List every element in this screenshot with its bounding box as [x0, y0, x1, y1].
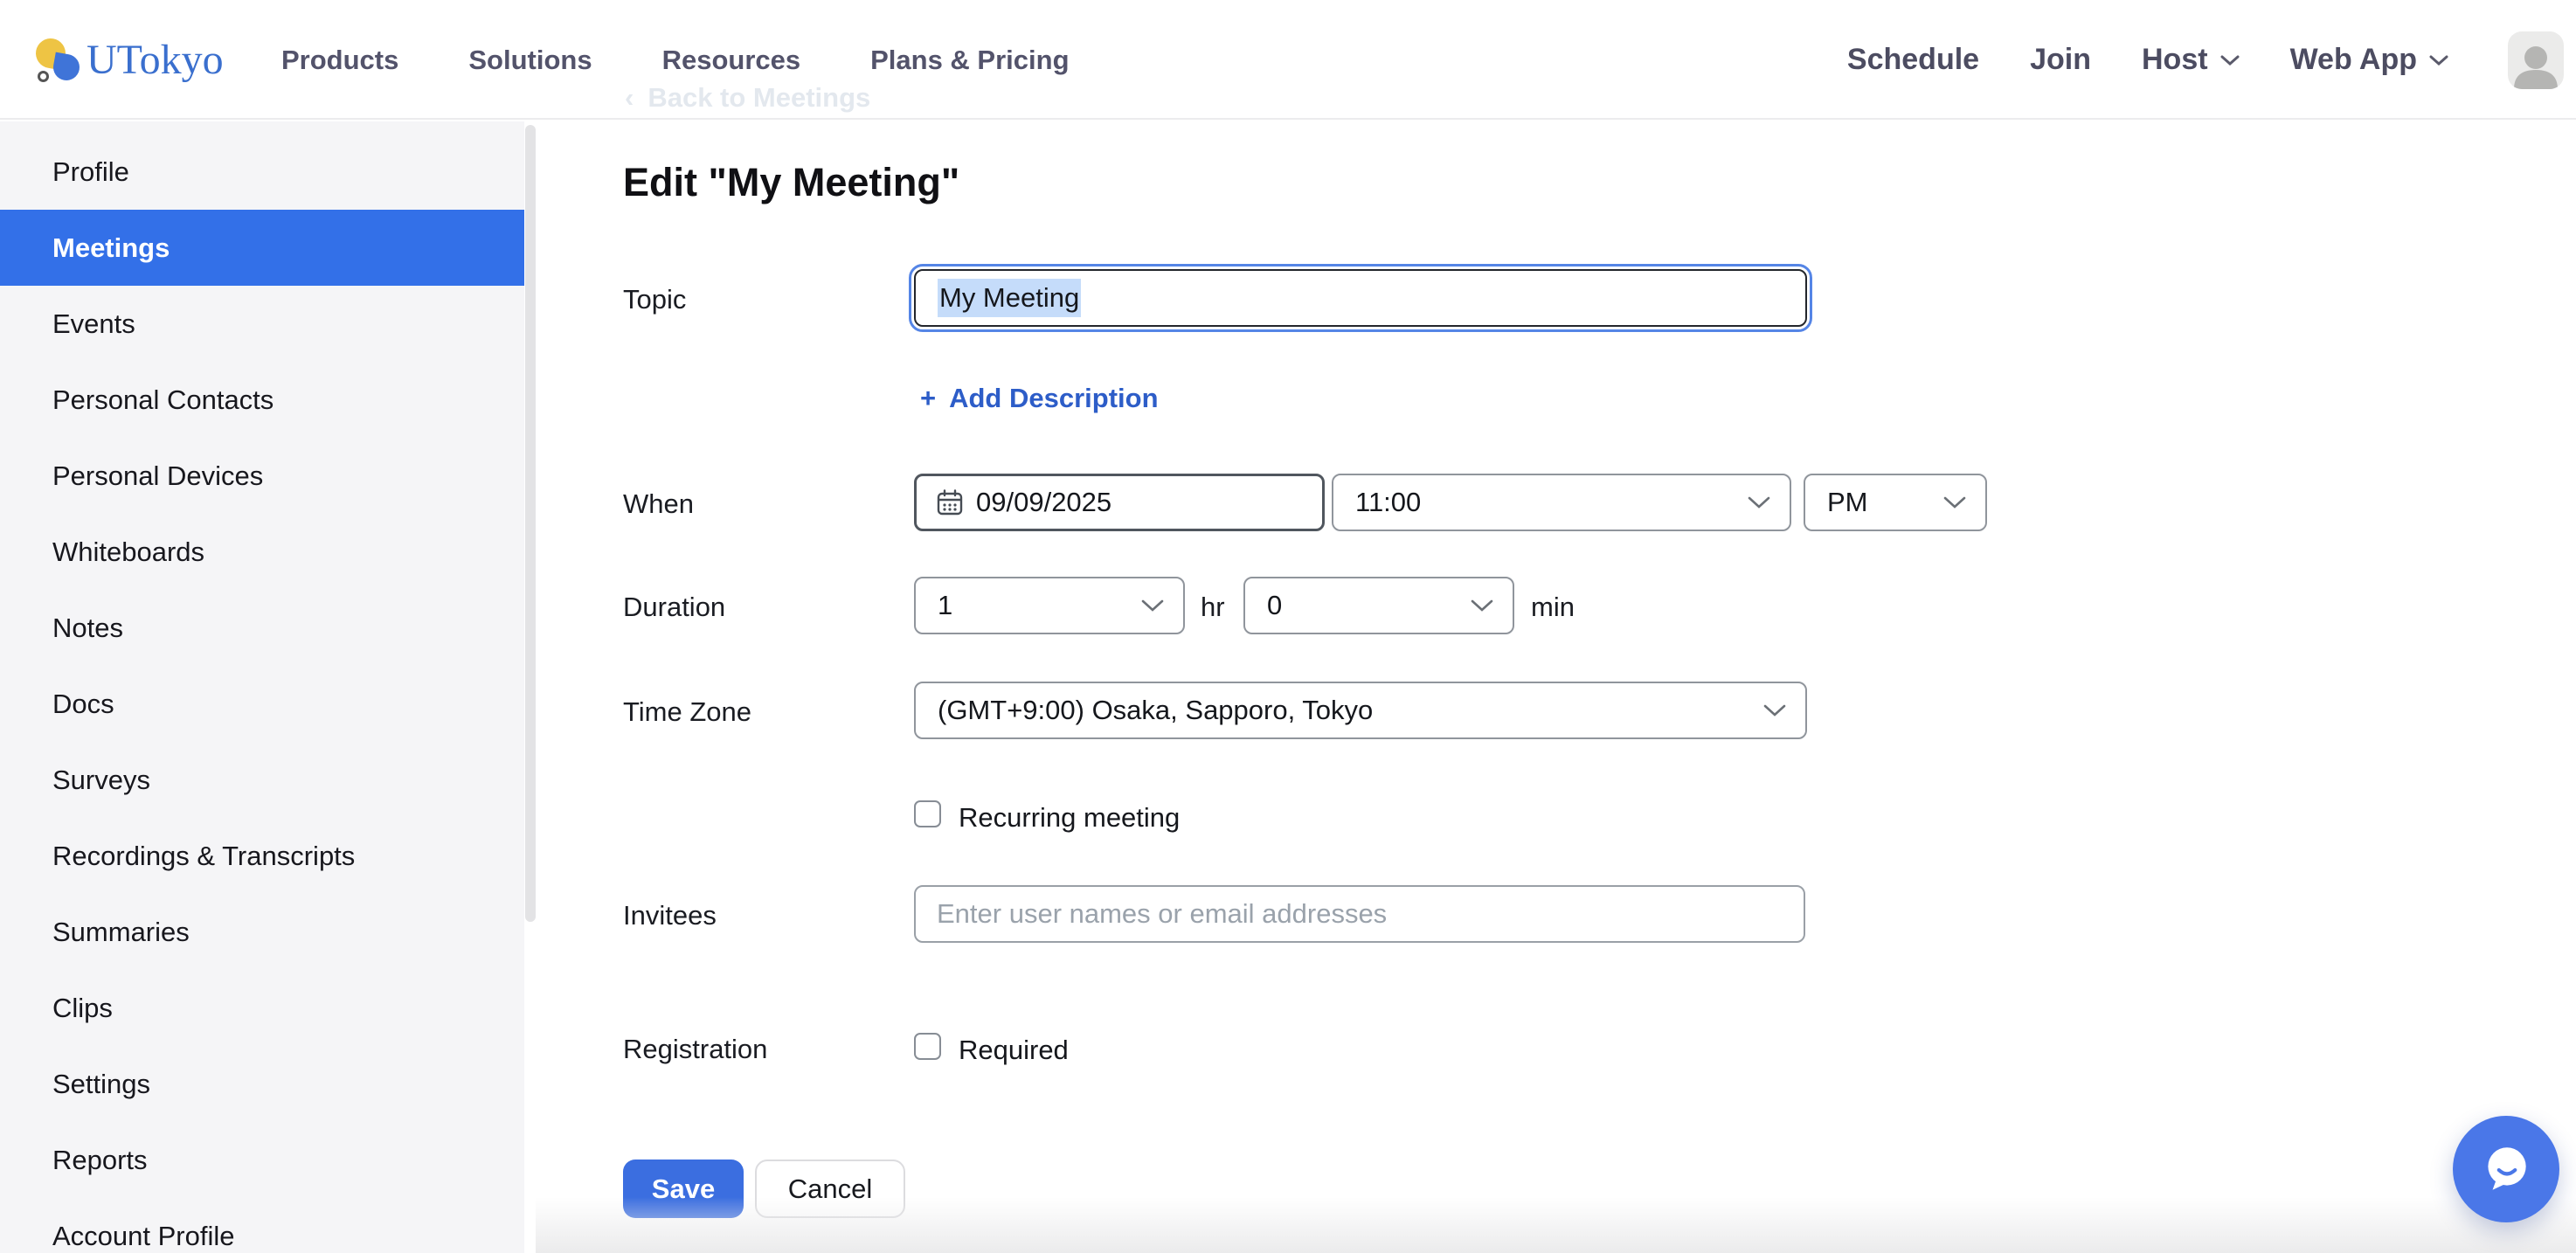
- edit-meeting-form: Edit "My Meeting" Topic My Meeting + Add…: [536, 121, 2576, 1253]
- utokyo-logo[interactable]: UTokyo: [36, 0, 224, 120]
- hours-unit-label: hr: [1201, 592, 1225, 623]
- brand-name: UTokyo: [87, 36, 224, 84]
- recurring-meeting-label: Recurring meeting: [959, 802, 1180, 834]
- nav-host-label: Host: [2142, 43, 2208, 77]
- chevron-down-icon: [1943, 495, 1966, 509]
- when-label: When: [623, 488, 694, 520]
- page-title: Edit "My Meeting": [623, 160, 959, 205]
- person-icon: [2510, 40, 2561, 89]
- timezone-label: Time Zone: [623, 696, 751, 728]
- sidebar-item-clips[interactable]: Clips: [0, 970, 524, 1046]
- topic-input[interactable]: My Meeting: [914, 269, 1807, 327]
- sidebar-item-whiteboards[interactable]: Whiteboards: [0, 514, 524, 590]
- nav-web-app-label: Web App: [2290, 43, 2417, 77]
- top-navbar: UTokyo Products Solutions Resources Plan…: [0, 0, 2576, 120]
- duration-hours-value: 1: [938, 590, 952, 621]
- time-value: 11:00: [1355, 487, 1421, 518]
- minutes-unit-label: min: [1531, 592, 1575, 623]
- sidebar-item-personal-devices[interactable]: Personal Devices: [0, 438, 524, 514]
- registration-required-label: Required: [959, 1035, 1069, 1066]
- back-link-label: Back to Meetings: [647, 82, 870, 113]
- sidebar-item-notes[interactable]: Notes: [0, 590, 524, 666]
- chevron-left-icon: ‹: [625, 82, 634, 113]
- registration-label: Registration: [623, 1034, 767, 1065]
- duration-label: Duration: [623, 592, 725, 623]
- sidebar-item-account-profile[interactable]: Account Profile: [0, 1198, 524, 1253]
- date-value: 09/09/2025: [976, 487, 1111, 518]
- duration-hours-select[interactable]: 1: [914, 577, 1185, 634]
- sidebar-item-summaries[interactable]: Summaries: [0, 894, 524, 970]
- chevron-down-icon: [1748, 495, 1770, 509]
- duration-minutes-select[interactable]: 0: [1243, 577, 1514, 634]
- topic-value-selected-text: My Meeting: [938, 279, 1081, 317]
- user-avatar[interactable]: [2508, 31, 2564, 89]
- add-description-link[interactable]: + Add Description: [920, 383, 1159, 414]
- timezone-select[interactable]: (GMT+9:00) Osaka, Sapporo, Tokyo: [914, 682, 1807, 739]
- calendar-icon: [936, 488, 964, 516]
- recurring-meeting-checkbox[interactable]: [914, 800, 941, 827]
- nav-solutions[interactable]: Solutions: [468, 45, 592, 76]
- meridiem-select[interactable]: PM: [1804, 474, 1987, 531]
- date-picker[interactable]: 09/09/2025: [914, 474, 1325, 531]
- utokyo-ginkgo-icon: [36, 38, 80, 82]
- sidebar-scrollbar-thumb[interactable]: [525, 125, 536, 922]
- sidebar-nav: Profile Meetings Events Personal Contact…: [0, 121, 524, 1253]
- sidebar-item-events[interactable]: Events: [0, 286, 524, 362]
- chevron-down-icon: [1141, 599, 1164, 613]
- nav-schedule[interactable]: Schedule: [1847, 43, 1979, 77]
- sidebar-item-settings[interactable]: Settings: [0, 1046, 524, 1122]
- timezone-value: (GMT+9:00) Osaka, Sapporo, Tokyo: [938, 695, 1373, 726]
- meridiem-value: PM: [1827, 487, 1868, 518]
- sidebar-item-surveys[interactable]: Surveys: [0, 742, 524, 818]
- support-chat-button[interactable]: [2453, 1116, 2559, 1222]
- sidebar-item-personal-contacts[interactable]: Personal Contacts: [0, 362, 524, 438]
- sidebar-item-recordings-transcripts[interactable]: Recordings & Transcripts: [0, 818, 524, 894]
- nav-web-app[interactable]: Web App: [2290, 43, 2448, 77]
- sidebar-item-meetings[interactable]: Meetings: [0, 210, 524, 286]
- page: UTokyo Products Solutions Resources Plan…: [0, 0, 2576, 1253]
- ginkgo-leaf-blue: [52, 52, 82, 82]
- invitees-label: Invitees: [623, 900, 717, 931]
- cancel-button[interactable]: Cancel: [755, 1160, 905, 1218]
- topic-label: Topic: [623, 284, 686, 315]
- invitees-input[interactable]: [914, 885, 1805, 943]
- nav-join[interactable]: Join: [2030, 43, 2091, 77]
- nav-products[interactable]: Products: [281, 45, 398, 76]
- sidebar-item-docs[interactable]: Docs: [0, 666, 524, 742]
- duration-minutes-value: 0: [1267, 590, 1282, 621]
- secondary-nav: Schedule Join Host Web App: [1847, 0, 2564, 120]
- chat-bubble-icon: [2477, 1140, 2535, 1198]
- time-select[interactable]: 11:00: [1332, 474, 1791, 531]
- nav-plans-pricing[interactable]: Plans & Pricing: [870, 45, 1069, 76]
- chevron-down-icon: [1763, 703, 1786, 717]
- back-to-meetings-link[interactable]: ‹ Back to Meetings: [625, 82, 870, 119]
- nav-resources[interactable]: Resources: [662, 45, 801, 76]
- nav-host[interactable]: Host: [2142, 43, 2240, 77]
- ginkgo-ring: [38, 71, 49, 82]
- chevron-down-icon: [1471, 599, 1493, 613]
- plus-icon: +: [920, 383, 936, 414]
- chevron-down-icon: [2429, 54, 2448, 66]
- add-description-label: Add Description: [949, 383, 1158, 414]
- registration-required-checkbox[interactable]: [914, 1033, 941, 1060]
- sidebar-item-reports[interactable]: Reports: [0, 1122, 524, 1198]
- sidebar-item-profile[interactable]: Profile: [0, 134, 524, 210]
- chevron-down-icon: [2220, 54, 2240, 66]
- save-button[interactable]: Save: [623, 1160, 744, 1218]
